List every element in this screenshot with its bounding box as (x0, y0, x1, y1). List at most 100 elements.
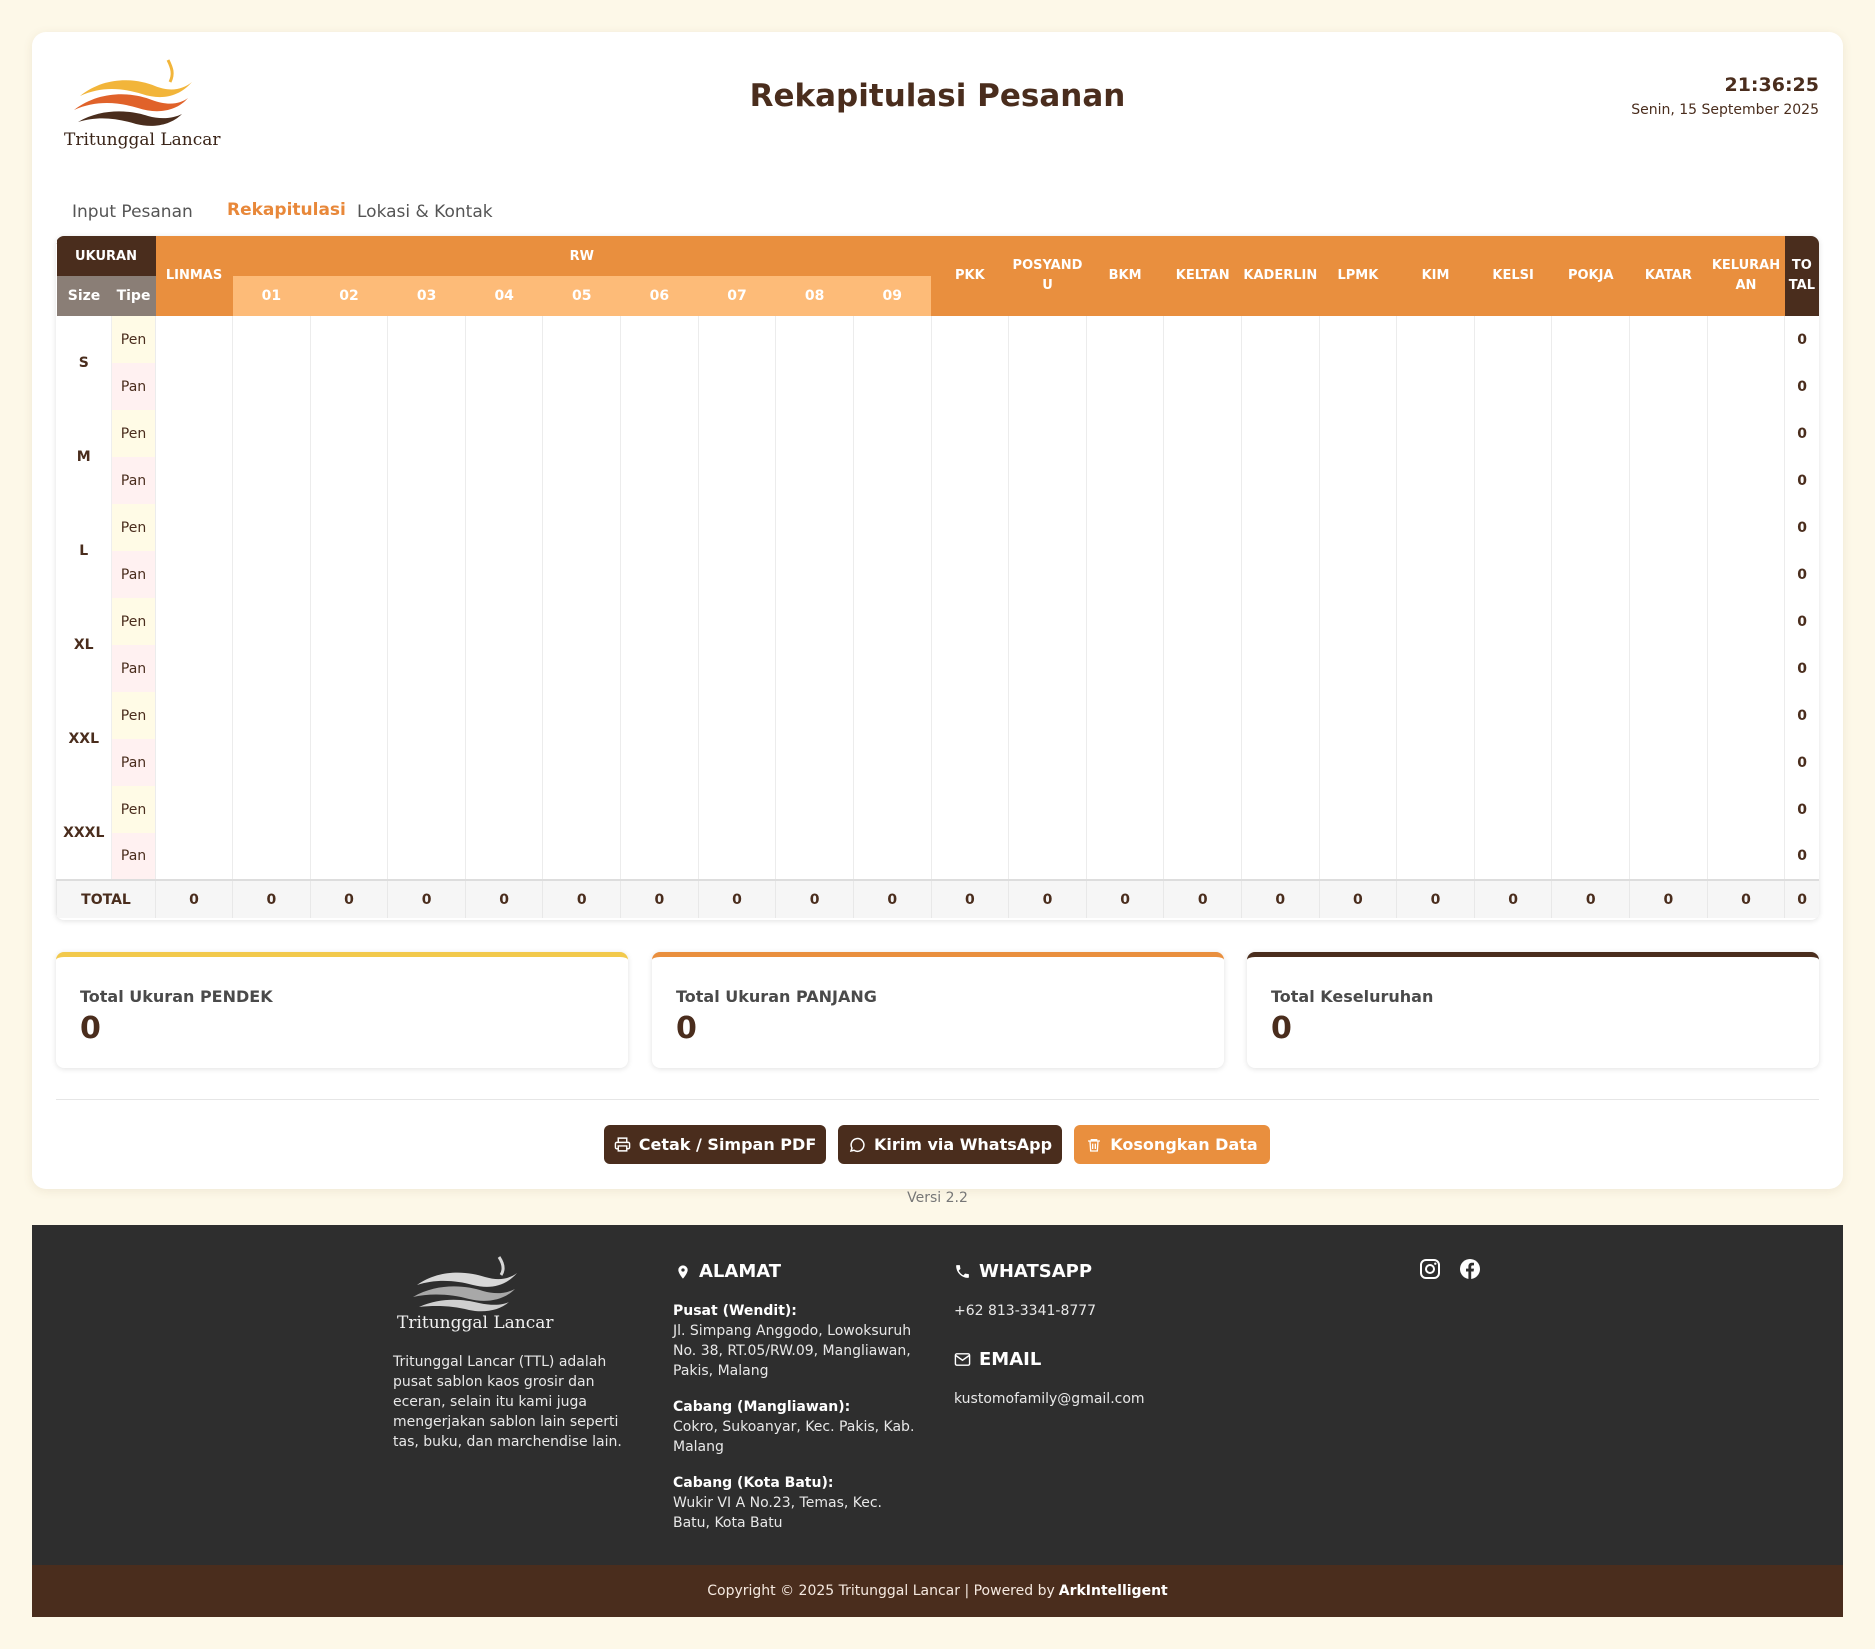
tipe-cell: Pen (111, 786, 156, 833)
data-cell (1473, 363, 1552, 410)
header-total: TO TAL (1784, 236, 1819, 316)
tipe-cell: Pan (111, 457, 156, 504)
data-cell (542, 551, 621, 598)
data-cell (1163, 551, 1242, 598)
footer-total-value: 0 (1706, 879, 1785, 918)
data-cell (1706, 363, 1785, 410)
data-cell (1629, 833, 1708, 880)
data-cell (1629, 786, 1708, 833)
summary-label: Total Ukuran PENDEK (80, 987, 273, 1006)
data-cell (232, 645, 311, 692)
data-cell (232, 410, 311, 457)
data-cell (464, 833, 543, 880)
data-cell (852, 504, 932, 551)
cabang2-text: Wukir VI A No.23, Temas, Kec. Batu, Kota… (673, 1495, 883, 1531)
footer-total-value: 0 (775, 879, 854, 918)
row-total-cell: 0 (1784, 739, 1819, 786)
data-cell (1241, 457, 1320, 504)
data-cell (775, 551, 854, 598)
alamat-title: ALAMAT (699, 1261, 782, 1282)
footer-total-value: 0 (620, 879, 699, 918)
printer-icon (614, 1137, 631, 1152)
data-cell (1318, 410, 1397, 457)
data-cell (620, 363, 699, 410)
data-cell (930, 457, 1009, 504)
tipe-cell: Pan (111, 739, 156, 786)
data-cell (309, 551, 388, 598)
data-cell (1473, 457, 1552, 504)
tab-rekapitulasi[interactable]: Rekapitulasi (211, 200, 362, 239)
data-cell (542, 363, 621, 410)
data-cell (852, 410, 932, 457)
data-cell (1473, 645, 1552, 692)
summary-card-pendek: Total Ukuran PENDEK 0 (56, 952, 628, 1068)
data-cell (1241, 504, 1320, 551)
data-cell (464, 316, 543, 363)
data-cell (309, 645, 388, 692)
header-rw-06: 06 (620, 276, 699, 316)
summary-value: 0 (1271, 1011, 1292, 1046)
header-rw-09: 09 (853, 276, 932, 316)
data-cell (930, 692, 1009, 739)
data-cell (232, 363, 311, 410)
data-cell (1085, 645, 1164, 692)
data-cell (1629, 457, 1708, 504)
recap-table: UKURAN LINMAS RW PKK POSYAND U BKM KELTA… (56, 236, 1819, 918)
data-cell (1396, 598, 1475, 645)
data-cell (542, 504, 621, 551)
whatsapp-number[interactable]: +62 813-3341-8777 (954, 1301, 1096, 1321)
header-tipe: Tipe (111, 276, 156, 316)
data-cell (309, 692, 388, 739)
data-cell (930, 551, 1009, 598)
data-cell (464, 504, 543, 551)
summary-value: 0 (80, 1011, 101, 1046)
data-cell (155, 598, 233, 645)
table-row: Pan 0 (57, 833, 1819, 880)
data-cell (852, 316, 932, 363)
data-cell (1706, 739, 1785, 786)
header-rw-04: 04 (465, 276, 543, 316)
data-cell (1629, 739, 1708, 786)
data-cell (1473, 551, 1552, 598)
footer-cabang-mangliawan: Cabang (Mangliawan): Cokro, Sukoanyar, K… (673, 1397, 918, 1457)
tipe-cell: Pan (111, 645, 156, 692)
data-cell (1551, 692, 1630, 739)
data-cell (1551, 551, 1630, 598)
data-cell (1318, 457, 1397, 504)
data-cell (620, 739, 699, 786)
row-total-cell: 0 (1784, 833, 1819, 880)
data-cell (697, 363, 776, 410)
data-cell (930, 410, 1009, 457)
data-cell (1163, 645, 1242, 692)
data-cell (1396, 504, 1475, 551)
data-cell (775, 457, 854, 504)
summary-label: Total Keseluruhan (1271, 987, 1434, 1006)
instagram-link[interactable] (1418, 1257, 1442, 1285)
cabang2-title: Cabang (Kota Batu): (673, 1475, 834, 1491)
data-cell (697, 739, 776, 786)
data-cell (464, 692, 543, 739)
data-cell (775, 316, 854, 363)
print-pdf-button[interactable]: Cetak / Simpan PDF (604, 1125, 826, 1164)
clear-data-button[interactable]: Kosongkan Data (1074, 1125, 1270, 1164)
row-total-cell: 0 (1784, 316, 1819, 363)
email-address[interactable]: kustomofamily@gmail.com (954, 1389, 1145, 1409)
data-cell (1318, 833, 1397, 880)
data-cell (775, 739, 854, 786)
data-cell (309, 316, 388, 363)
data-cell (1008, 410, 1087, 457)
facebook-link[interactable] (1458, 1257, 1482, 1285)
footer-logo: Tritunggal Lancar (397, 1255, 554, 1345)
data-cell (1008, 833, 1087, 880)
data-cell (464, 645, 543, 692)
data-cell (930, 739, 1009, 786)
data-cell (542, 645, 621, 692)
data-cell (1629, 645, 1708, 692)
whatsapp-button[interactable]: Kirim via WhatsApp (838, 1125, 1062, 1164)
size-cell: XL (56, 598, 113, 692)
data-cell (1008, 645, 1087, 692)
data-cell (775, 363, 854, 410)
data-cell (1008, 739, 1087, 786)
footer-total-value: 0 (1629, 879, 1708, 918)
copyright-powered[interactable]: ArkIntelligent (1059, 1583, 1168, 1599)
